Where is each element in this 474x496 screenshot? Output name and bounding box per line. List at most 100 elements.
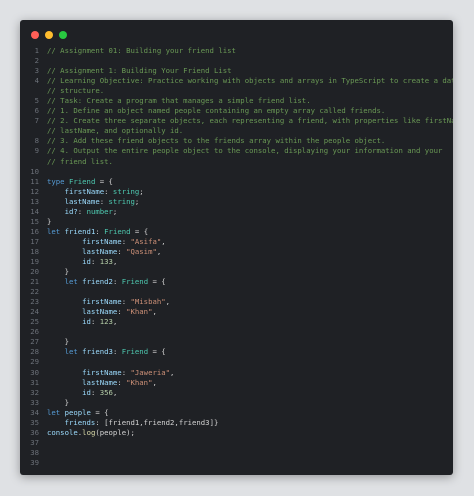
minimize-window-icon[interactable] [45,31,53,39]
code-line: 27 } [20,337,453,347]
line-text: lastName: "Qasim", [47,247,161,257]
code-line: 3 // Assignment 1: Building Your Friend L… [20,66,453,76]
code-line: // structure. [20,86,453,96]
code-token: log [82,427,96,437]
code-line: 5 // Task: Create a program that manages … [20,96,453,106]
line-number: 5 [34,96,39,106]
line-number: 29 [30,357,39,367]
code-token: "Khan" [126,307,153,317]
code-token: let [64,347,78,357]
code-token: ; [139,186,144,196]
line-number: 19 [30,256,39,266]
line-text: firstName: string; [47,187,144,197]
line-text: // Assignment 1: Building Your Friend Li… [47,66,232,76]
line-number: 6 [34,106,39,116]
line-text: let friend3: Friend = { [47,347,166,357]
code-token: // 4. Output the entire people object to… [47,146,443,156]
code-token: , [170,367,175,377]
code-token: people [64,407,91,417]
code-token: : [friend1,friend2,friend3]} [95,417,219,427]
code-line: 29 [20,357,453,367]
code-token: friend2 [82,277,113,287]
code-line: 33 } [20,398,453,408]
line-number: 32 [30,387,39,397]
code-token: string [108,196,135,206]
line-number: 17 [30,236,39,246]
code-token: friend3 [82,347,113,357]
code-token: "Qasim" [126,246,157,256]
line-number: 25 [30,317,39,327]
window-titlebar [20,20,453,46]
line-text: } [47,267,69,277]
code-token: : [99,196,109,206]
code-token: } [47,337,69,347]
code-token: type [47,176,65,186]
code-token: firstName [82,236,122,246]
line-text: // 4. Output the entire people object to… [47,146,442,156]
line-text: // 1. Define an object named people cont… [47,106,385,116]
code-line: 36 console.log(people); [20,428,453,438]
code-token: // Task: Create a program that manages a… [47,96,311,106]
code-token: firstName [82,297,122,307]
line-text: // 2. Create three separate objects, eac… [47,116,453,126]
code-line: 31 lastName: "Khan", [20,378,453,388]
code-token: : [104,186,113,196]
line-number: 37 [30,437,39,447]
code-token: 356 [99,387,113,397]
line-number: 38 [30,447,39,457]
line-text: friends: [friend1,friend2,friend3]} [47,417,219,428]
line-text: } [47,337,69,347]
line-number: 34 [30,407,39,417]
code-token: id? [64,206,78,216]
line-text: let friend1: Friend = { [47,227,148,237]
code-token: Friend [121,277,149,287]
line-text: // structure. [47,86,104,96]
code-line: // lastName, and optionally id. [20,126,453,136]
code-token: 123 [99,317,113,327]
code-token: // Learning Objective: Practice working … [47,76,453,86]
line-number: 39 [30,457,39,467]
code-line: 23 firstName: "Misbah", [20,297,453,307]
code-line: 30 firstName: "Jaweria", [20,368,453,378]
code-token: , [112,387,118,397]
code-token: id [82,256,91,266]
line-number: 8 [34,136,39,146]
close-window-icon[interactable] [31,31,39,39]
code-line: 20 } [20,267,453,277]
line-number: 13 [30,196,39,206]
line-text: lastName: string; [47,196,140,207]
code-line: 18 lastName: "Qasim", [20,247,453,257]
line-text: let people = { [47,408,109,418]
line-number: 22 [30,287,39,297]
line-text: // lastName, and optionally id. [47,126,183,136]
code-token: : [117,377,127,387]
code-token: // Assignment 01: Building your friend l… [47,46,236,55]
maximize-window-icon[interactable] [59,31,67,39]
code-line: 12 firstName: string; [20,187,453,197]
line-text: // Assignment 01: Building your friend l… [47,46,236,56]
line-text: id: 123, [47,317,117,327]
code-line: 1 // Assignment 01: Building your friend … [20,46,453,56]
code-token: let [64,277,78,287]
line-number: 1 [34,46,39,55]
code-line: 37 [20,438,453,448]
code-token: : [77,206,87,216]
code-token: : [121,236,131,246]
code-line: 9 // 4. Output the entire people object t… [20,146,453,156]
code-token: } [47,267,69,277]
code-token: Friend [68,176,96,186]
code-token: id [82,387,91,397]
code-line: 26 [20,327,453,337]
line-text: firstName: "Misbah", [47,297,170,307]
code-token: ; [112,206,118,216]
line-text: } [47,398,69,408]
line-text: firstName: "Jaweria", [47,368,174,378]
code-editor[interactable]: 1 // Assignment 01: Building your friend … [20,46,453,475]
